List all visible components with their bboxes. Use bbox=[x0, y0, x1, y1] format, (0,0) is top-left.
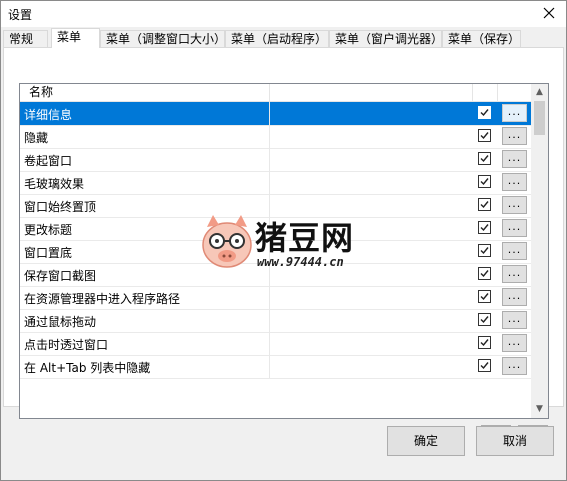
enabled-checkbox[interactable] bbox=[478, 267, 491, 280]
enabled-checkbox[interactable] bbox=[478, 221, 491, 234]
list-item[interactable]: 在资源管理器中进入程序路径... bbox=[20, 286, 531, 309]
checkmark-icon bbox=[480, 362, 489, 370]
options-button[interactable]: ... bbox=[502, 150, 527, 168]
enabled-checkbox[interactable] bbox=[478, 313, 491, 326]
options-button[interactable]: ... bbox=[502, 334, 527, 352]
list-item[interactable]: 窗口始终置顶... bbox=[20, 194, 531, 217]
checkmark-icon bbox=[480, 201, 489, 209]
list-item-label: 详细信息 bbox=[24, 108, 73, 122]
tab-menu[interactable]: 菜单 bbox=[51, 28, 100, 48]
options-button[interactable]: ... bbox=[502, 242, 527, 260]
close-icon[interactable] bbox=[540, 4, 558, 22]
scroll-down-icon[interactable]: ▼ bbox=[531, 401, 548, 418]
list-item[interactable]: 卷起窗口... bbox=[20, 148, 531, 171]
list-item-label: 毛玻璃效果 bbox=[24, 177, 85, 191]
options-button[interactable]: ... bbox=[502, 196, 527, 214]
list-item[interactable]: 保存窗口截图... bbox=[20, 263, 531, 286]
list-item[interactable]: 窗口置底... bbox=[20, 240, 531, 263]
enabled-checkbox[interactable] bbox=[478, 175, 491, 188]
scroll-up-icon[interactable]: ▲ bbox=[531, 84, 548, 101]
tab-menu-dimmer[interactable]: 菜单（窗户调光器） bbox=[329, 30, 443, 47]
tab-bar: 常规 菜单 菜单（调整窗口大小） 菜单（启动程序） 菜单（窗户调光器） 菜单（保… bbox=[3, 28, 564, 48]
checkmark-icon bbox=[480, 293, 489, 301]
options-button[interactable]: ... bbox=[502, 104, 527, 122]
list-item-label: 在 Alt+Tab 列表中隐藏 bbox=[24, 361, 151, 375]
enabled-checkbox[interactable] bbox=[478, 336, 491, 349]
list-item[interactable]: 隐藏... bbox=[20, 125, 531, 148]
checkmark-icon bbox=[480, 316, 489, 324]
ok-button[interactable]: 确定 bbox=[387, 426, 465, 456]
options-button[interactable]: ... bbox=[502, 219, 527, 237]
enabled-checkbox[interactable] bbox=[478, 359, 491, 372]
window-title: 设置 bbox=[8, 8, 33, 22]
title-bar: 设置 bbox=[1, 1, 566, 27]
list-item-label: 窗口始终置顶 bbox=[24, 200, 97, 214]
menu-items-list[interactable]: 名称 详细信息... 隐藏... 卷起窗口... 毛玻璃效果... 窗口始终置顶... 更… bbox=[19, 83, 549, 419]
list-item-label: 保存窗口截图 bbox=[24, 269, 97, 283]
checkmark-icon bbox=[480, 178, 489, 186]
list-item-label: 在资源管理器中进入程序路径 bbox=[24, 292, 181, 306]
checkmark-icon bbox=[480, 155, 489, 163]
enabled-checkbox[interactable] bbox=[478, 244, 491, 257]
row-divider bbox=[20, 378, 531, 379]
settings-window: 设置 常规 菜单 菜单（调整窗口大小） 菜单（启动程序） 菜单（窗户调光器） 菜… bbox=[0, 0, 567, 481]
tab-menu-launch[interactable]: 菜单（启动程序） bbox=[225, 30, 329, 47]
list-header: 名称 bbox=[20, 84, 531, 102]
checkmark-icon bbox=[480, 109, 489, 117]
options-button[interactable]: ... bbox=[502, 357, 527, 375]
enabled-checkbox[interactable] bbox=[478, 152, 491, 165]
checkmark-icon bbox=[480, 224, 489, 232]
tab-panel: 名称 详细信息... 隐藏... 卷起窗口... 毛玻璃效果... 窗口始终置顶... 更… bbox=[3, 47, 564, 445]
list-item-label: 通过鼠标拖动 bbox=[24, 315, 97, 329]
list-item-label: 窗口置底 bbox=[24, 246, 73, 260]
list-item-label: 隐藏 bbox=[24, 131, 49, 145]
list-item[interactable]: 在 Alt+Tab 列表中隐藏... bbox=[20, 355, 531, 378]
tab-menu-save[interactable]: 菜单（保存） bbox=[442, 30, 521, 47]
list-item-label: 更改标题 bbox=[24, 223, 73, 237]
options-button[interactable]: ... bbox=[502, 265, 527, 283]
options-button[interactable]: ... bbox=[502, 127, 527, 145]
scroll-thumb[interactable] bbox=[534, 101, 545, 135]
enabled-checkbox[interactable] bbox=[478, 198, 491, 211]
checkmark-icon bbox=[480, 247, 489, 255]
list-item-label: 点击时透过窗口 bbox=[24, 338, 109, 352]
options-button[interactable]: ... bbox=[502, 288, 527, 306]
checkmark-icon bbox=[480, 270, 489, 278]
vertical-scrollbar[interactable]: ▲ ▼ bbox=[531, 84, 548, 418]
list-item[interactable]: 点击时透过窗口... bbox=[20, 332, 531, 355]
checkmark-icon bbox=[480, 339, 489, 347]
list-item[interactable]: 更改标题... bbox=[20, 217, 531, 240]
tab-general[interactable]: 常规 bbox=[3, 30, 48, 47]
list-item[interactable]: 毛玻璃效果... bbox=[20, 171, 531, 194]
tab-menu-resize[interactable]: 菜单（调整窗口大小） bbox=[100, 30, 226, 47]
options-button[interactable]: ... bbox=[502, 311, 527, 329]
enabled-checkbox[interactable] bbox=[478, 106, 491, 119]
enabled-checkbox[interactable] bbox=[478, 290, 491, 303]
options-button[interactable]: ... bbox=[502, 173, 527, 191]
column-header-name[interactable]: 名称 bbox=[29, 84, 53, 101]
list-item-label: 卷起窗口 bbox=[24, 154, 73, 168]
enabled-checkbox[interactable] bbox=[478, 129, 491, 142]
list-item[interactable]: 通过鼠标拖动... bbox=[20, 309, 531, 332]
checkmark-icon bbox=[480, 132, 489, 140]
list-item[interactable]: 详细信息... bbox=[20, 102, 531, 125]
cancel-button[interactable]: 取消 bbox=[476, 426, 554, 456]
